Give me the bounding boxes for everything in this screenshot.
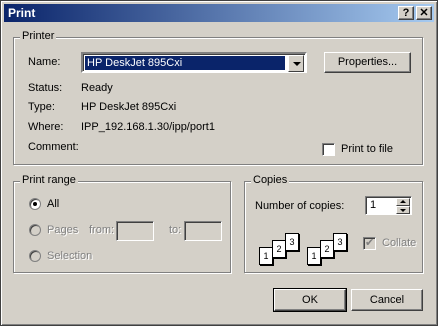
cancel-button[interactable]: Cancel <box>351 289 423 311</box>
ok-button[interactable]: OK <box>273 288 347 312</box>
printer-name-select[interactable]: HP DeskJet 895Cxi <box>81 52 307 73</box>
page-icon: 3 <box>333 233 347 251</box>
pages-radio[interactable] <box>29 224 41 236</box>
title-bar: Print ? ✕ <box>4 4 434 22</box>
where-label: Where: <box>28 121 64 133</box>
page-icon: 3 <box>285 233 299 251</box>
status-value: Ready <box>81 82 113 94</box>
page-icon: 1 <box>307 247 321 265</box>
print-dialog: Print ? ✕ Printer Name: HP DeskJet 895Cx… <box>0 0 438 326</box>
copies-spinner[interactable]: 1 <box>365 196 412 215</box>
print-to-file-checkbox[interactable] <box>322 143 335 156</box>
selection-label[interactable]: Selection <box>47 250 92 262</box>
to-label: to: <box>169 224 182 236</box>
collate-checkbox[interactable]: ✔ <box>363 237 376 250</box>
from-input[interactable] <box>116 221 154 241</box>
dropdown-button[interactable] <box>288 55 304 72</box>
printer-name-value: HP DeskJet 895Cxi <box>85 56 285 70</box>
collate-label[interactable]: Collate <box>382 237 416 249</box>
spin-down-icon[interactable] <box>396 206 410 214</box>
from-label: from: <box>89 224 115 236</box>
properties-button[interactable]: Properties... <box>324 52 411 73</box>
status-label: Status: <box>28 82 63 94</box>
print-range-group-label: Print range <box>20 174 78 186</box>
to-input[interactable] <box>184 221 222 241</box>
all-radio[interactable] <box>29 198 41 210</box>
all-label[interactable]: All <box>47 198 59 210</box>
copies-group-label: Copies <box>251 174 290 186</box>
page-icon: 2 <box>272 240 286 258</box>
check-icon: ✔ <box>365 237 375 249</box>
close-button[interactable]: ✕ <box>416 6 432 20</box>
printer-group-label: Printer <box>20 30 57 42</box>
type-label: Type: <box>28 101 55 113</box>
where-value: IPP_192.168.1.30/ipp/port1 <box>81 121 215 133</box>
radio-dot-icon <box>33 202 37 206</box>
number-of-copies-label: Number of copies: <box>255 200 345 212</box>
page-icon: 2 <box>320 240 334 258</box>
copies-value: 1 <box>370 199 377 211</box>
name-label: Name: <box>28 56 61 68</box>
pages-label[interactable]: Pages <box>47 224 78 236</box>
chevron-down-icon <box>293 62 301 66</box>
page-icon: 1 <box>259 247 273 265</box>
help-button[interactable]: ? <box>398 6 414 20</box>
type-value: HP DeskJet 895Cxi <box>81 101 177 113</box>
selection-radio[interactable] <box>29 250 41 262</box>
spin-up-icon[interactable] <box>396 198 410 206</box>
dialog-title: Print <box>8 6 36 20</box>
print-to-file-label[interactable]: Print to file <box>341 143 393 155</box>
comment-label: Comment: <box>28 141 79 153</box>
